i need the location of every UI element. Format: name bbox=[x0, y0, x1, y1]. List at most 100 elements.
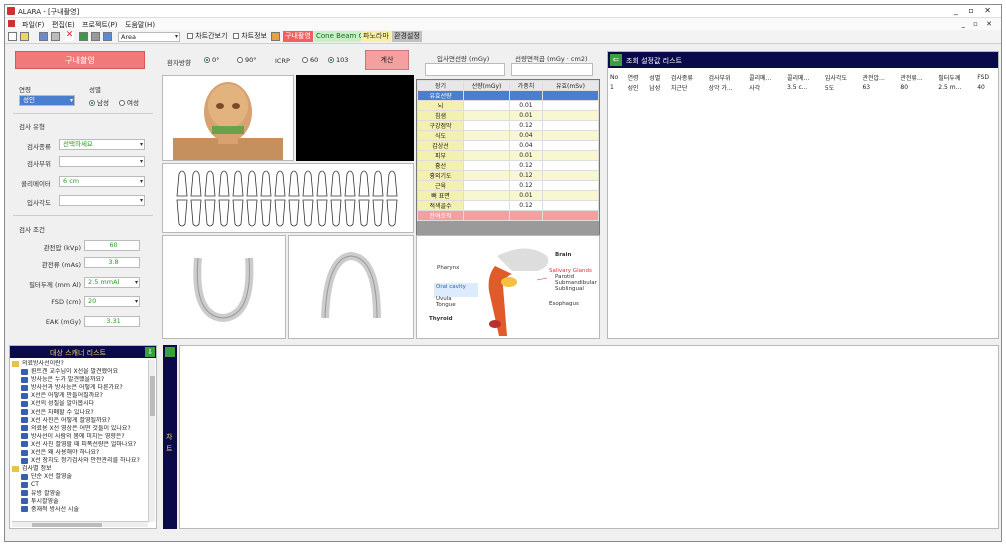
direction-90-radio[interactable]: 90° bbox=[237, 56, 257, 64]
save-icon[interactable] bbox=[39, 32, 48, 41]
results-col-header[interactable]: FSD bbox=[975, 72, 998, 82]
new-icon[interactable] bbox=[8, 32, 17, 41]
results-col-header[interactable]: 관전류... bbox=[898, 72, 936, 82]
lower-tooth[interactable] bbox=[386, 199, 398, 227]
results-col-header[interactable]: 연령 bbox=[626, 72, 648, 82]
list-item[interactable]: 의료방사선이란? bbox=[12, 360, 148, 368]
lower-tooth[interactable] bbox=[246, 199, 258, 227]
lower-tooth[interactable] bbox=[204, 199, 216, 227]
results-col-header[interactable]: 검사부위 bbox=[706, 72, 747, 82]
lower-tooth[interactable] bbox=[218, 199, 230, 227]
fsd-select[interactable]: 20 ▾ bbox=[84, 296, 140, 307]
results-col-header[interactable]: 콜리메... bbox=[785, 72, 823, 82]
intraoral-title-button[interactable]: 구내촬영 bbox=[15, 51, 145, 69]
results-col-header[interactable]: 성별 bbox=[647, 72, 669, 82]
results-col-header[interactable]: 입사각도 bbox=[823, 72, 861, 82]
lower-tooth[interactable] bbox=[372, 199, 384, 227]
scroll-thumb[interactable] bbox=[150, 376, 155, 416]
lower-tooth[interactable] bbox=[302, 199, 314, 227]
results-col-header[interactable]: 검사종류 bbox=[669, 72, 707, 82]
lower-tooth[interactable] bbox=[316, 199, 328, 227]
lower-tooth[interactable] bbox=[274, 199, 286, 227]
age-select[interactable]: 성인 ▾ bbox=[19, 95, 75, 106]
dap-input[interactable] bbox=[511, 63, 593, 76]
list-item[interactable]: X선은 왜 사용해야 하나요? bbox=[12, 449, 148, 457]
icrp-103-radio[interactable]: 103 bbox=[328, 56, 348, 64]
list-item[interactable]: X선 장치도 정기검사와 안전관리를 하나요? bbox=[12, 457, 148, 465]
table-row[interactable]: 1 성인 남성 치근단 상악 가... 사각 3.5 c... 5도 63 80 2.5 m... 4… bbox=[608, 82, 998, 92]
list-item[interactable]: X선은 어떻게 만들어질까요? bbox=[12, 392, 148, 400]
icrp-60-radio[interactable]: 60 bbox=[302, 56, 318, 64]
monitor-icon[interactable] bbox=[103, 32, 112, 41]
lower-tooth[interactable] bbox=[190, 199, 202, 227]
list-item[interactable]: X선 사진 촬영할 때 피폭선량은 얼마나요? bbox=[12, 441, 148, 449]
upper-tooth[interactable] bbox=[302, 170, 314, 197]
list-item[interactable]: X선은 차폐할 수 있나요? bbox=[12, 409, 148, 417]
upper-tooth[interactable] bbox=[316, 170, 328, 197]
menu-help[interactable]: 도움말(H) bbox=[125, 20, 155, 30]
list-item[interactable]: 투시촬영술 bbox=[12, 498, 148, 506]
list-item[interactable]: X선의 성질을 알아봅시다 bbox=[12, 400, 148, 408]
results-col-header[interactable]: No bbox=[608, 72, 626, 82]
list-item[interactable]: 방사능은 누가 발견했을까요? bbox=[12, 376, 148, 384]
chart-info-button[interactable]: 차트정보 bbox=[231, 31, 269, 42]
upper-tooth[interactable] bbox=[190, 170, 202, 197]
print-icon[interactable] bbox=[51, 32, 60, 41]
vertical-scrollbar[interactable] bbox=[148, 360, 155, 522]
upper-tooth[interactable] bbox=[386, 170, 398, 197]
mdi-controls[interactable]: _ ▫ ✕ bbox=[961, 20, 995, 28]
settings-button[interactable]: 환경설정 bbox=[392, 31, 422, 42]
collimator-select[interactable]: 6 cm ▾ bbox=[59, 176, 145, 187]
list-item[interactable]: 단순 X선 촬영술 bbox=[12, 473, 148, 481]
mas-input[interactable]: 3.8 bbox=[84, 257, 140, 268]
excel-icon[interactable] bbox=[79, 32, 88, 41]
scanner-menu-icon[interactable]: ⇩ bbox=[145, 347, 155, 357]
upper-tooth[interactable] bbox=[372, 170, 384, 197]
h-scroll-thumb[interactable] bbox=[32, 523, 102, 527]
exam-site-select[interactable]: ▾ bbox=[59, 156, 145, 167]
calculate-button[interactable]: 계산 bbox=[365, 50, 409, 70]
menu-edit[interactable]: 편집(E) bbox=[52, 20, 75, 30]
sex-male-radio[interactable]: 남성 bbox=[89, 97, 109, 107]
lower-tooth[interactable] bbox=[344, 199, 356, 227]
results-col-header[interactable]: 필터두께 bbox=[936, 72, 975, 82]
list-item[interactable]: 의료용 X선 영상은 어떤 것들이 있나요? bbox=[12, 425, 148, 433]
entry-dose-input[interactable] bbox=[425, 63, 505, 76]
upper-tooth[interactable] bbox=[330, 170, 342, 197]
upper-tooth[interactable] bbox=[176, 170, 188, 197]
upper-tooth[interactable] bbox=[344, 170, 356, 197]
list-item[interactable]: 방사선과 방사능은 어떻게 다른가요? bbox=[12, 384, 148, 392]
list-item[interactable]: 방사선이 사람의 몸에 미치는 영향은? bbox=[12, 433, 148, 441]
results-col-header[interactable]: 관전압... bbox=[860, 72, 898, 82]
horizontal-scrollbar[interactable] bbox=[12, 521, 148, 527]
upper-tooth[interactable] bbox=[358, 170, 370, 197]
area-select[interactable]: Area ▾ bbox=[118, 32, 180, 42]
list-item[interactable]: 중재적 방사선 시술 bbox=[12, 506, 148, 514]
eak-input[interactable]: 3.31 bbox=[84, 316, 140, 327]
tooth-chart[interactable] bbox=[162, 163, 414, 233]
list-item[interactable]: X선 사진은 어떻게 촬영될까요? bbox=[12, 417, 148, 425]
list-item[interactable]: 검사별 정보 bbox=[12, 465, 148, 473]
upper-tooth[interactable] bbox=[260, 170, 272, 197]
exam-type-select[interactable]: 선택하세요 ▾ bbox=[59, 139, 145, 150]
panorama-button[interactable]: 파노라마 bbox=[361, 31, 391, 42]
printer-icon[interactable] bbox=[91, 32, 100, 41]
direction-0-radio[interactable]: 0° bbox=[204, 56, 219, 64]
upper-tooth[interactable] bbox=[246, 170, 258, 197]
incident-angle-select[interactable]: ▾ bbox=[59, 195, 145, 206]
lower-tooth[interactable] bbox=[260, 199, 272, 227]
kvp-input[interactable]: 60 bbox=[84, 240, 140, 251]
results-back-icon[interactable]: ⇐ bbox=[610, 54, 622, 66]
list-item[interactable]: 뢴트겐 교수님이 X선을 발견했어요 bbox=[12, 368, 148, 376]
lower-tooth[interactable] bbox=[176, 199, 188, 227]
lower-tooth[interactable] bbox=[232, 199, 244, 227]
lower-tooth[interactable] bbox=[330, 199, 342, 227]
upper-tooth[interactable] bbox=[288, 170, 300, 197]
lower-tooth[interactable] bbox=[288, 199, 300, 227]
lower-tooth[interactable] bbox=[358, 199, 370, 227]
list-item[interactable]: 유방 촬영술 bbox=[12, 490, 148, 498]
list-item[interactable]: CT bbox=[12, 481, 148, 489]
delete-icon[interactable]: ✕ bbox=[65, 31, 74, 41]
person-icon[interactable] bbox=[271, 32, 280, 41]
results-col-header[interactable]: 콜리메... bbox=[747, 72, 785, 82]
